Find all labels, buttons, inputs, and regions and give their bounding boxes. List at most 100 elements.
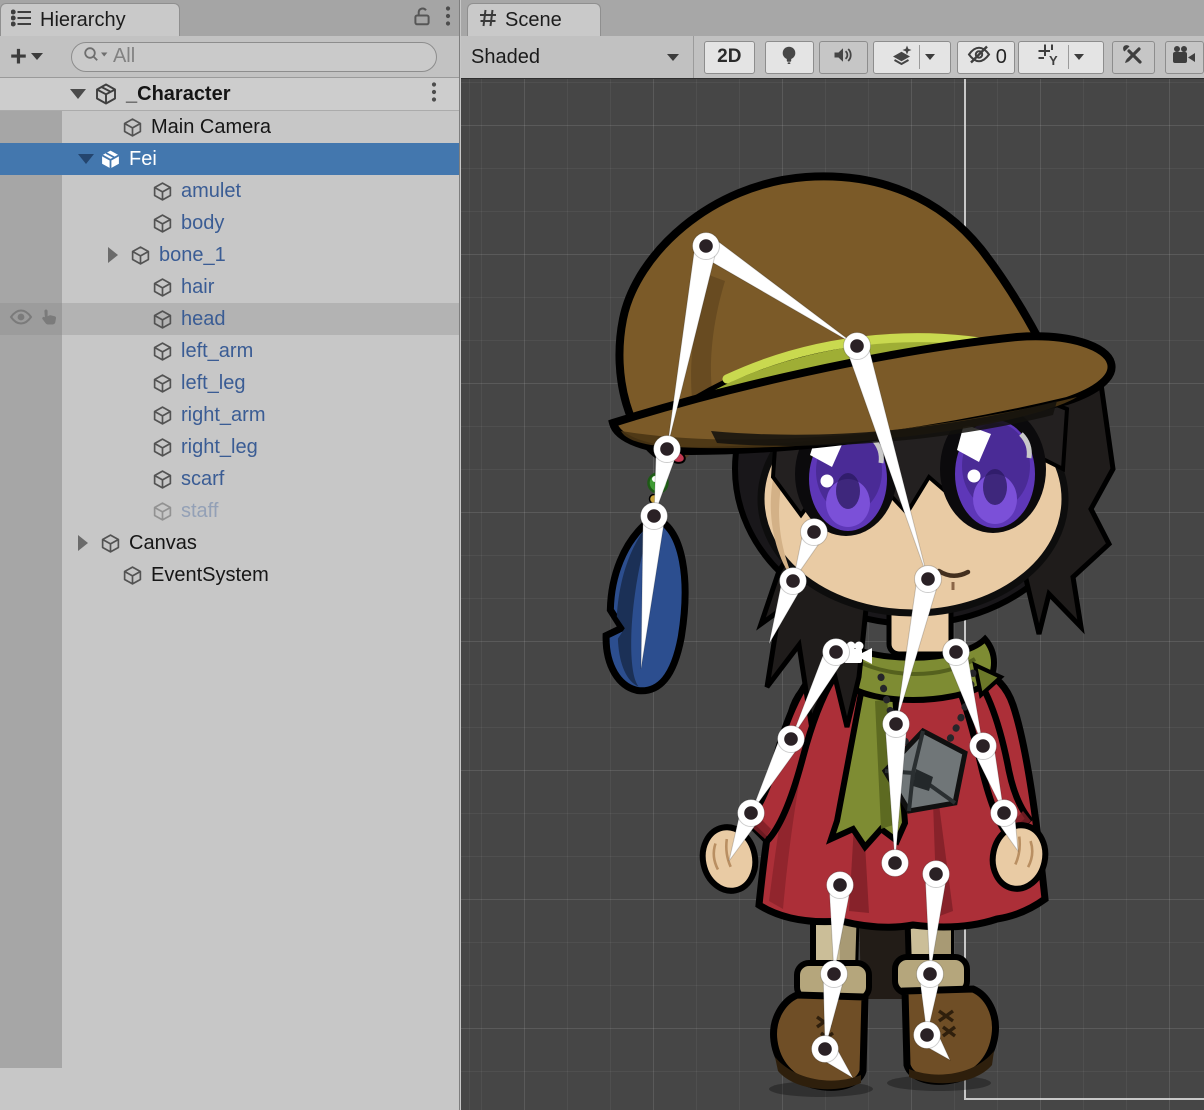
prefab-cube-icon xyxy=(100,149,121,170)
bone-joint-core xyxy=(929,867,943,881)
effects-icon xyxy=(890,44,914,71)
scene-viewport[interactable] xyxy=(461,78,1204,1110)
hierarchy-panel: Hierarchy + xyxy=(0,0,460,1110)
hierarchy-item-body[interactable]: body xyxy=(0,207,459,239)
hierarchy-item-left-leg[interactable]: left_leg xyxy=(0,367,459,399)
hierarchy-item-head[interactable]: head xyxy=(0,303,459,335)
eye-slash-icon xyxy=(966,45,992,70)
hierarchy-item-hair[interactable]: hair xyxy=(0,271,459,303)
hierarchy-item-eventsystem[interactable]: EventSystem xyxy=(0,559,459,591)
bone-joint-core xyxy=(807,525,821,539)
draw-mode-label: Shaded xyxy=(471,46,540,69)
bone-joint-core xyxy=(744,806,758,820)
wrench-pencil-icon xyxy=(1121,43,1145,72)
hierarchy-item-bone-1[interactable]: bone_1 xyxy=(0,239,459,271)
bone-spine-1[interactable] xyxy=(896,577,939,724)
unity-editor: Hierarchy + xyxy=(0,0,1204,1110)
gameobject-cube-icon xyxy=(152,405,173,426)
hierarchy-tabbar: Hierarchy xyxy=(0,0,459,36)
scene-tabbar: Scene xyxy=(461,0,1204,36)
bone-joint-core xyxy=(921,572,935,586)
bone-right-leg-1[interactable] xyxy=(925,873,947,974)
search-input[interactable] xyxy=(113,45,393,68)
collapsed-arrow-icon[interactable] xyxy=(78,535,88,551)
bone-rig-overlay[interactable] xyxy=(461,79,1204,1110)
scene-visibility-button[interactable]: 0 xyxy=(957,41,1015,74)
bone-tassel-1[interactable] xyxy=(667,244,717,449)
hidden-count-label: 0 xyxy=(996,46,1007,69)
hierarchy-search-field[interactable] xyxy=(71,42,437,72)
bone-hat-2[interactable] xyxy=(846,343,928,579)
hierarchy-item-main-camera[interactable]: Main Camera xyxy=(0,111,459,143)
bone-joint-core xyxy=(920,1028,934,1042)
bone-joint-core xyxy=(949,645,963,659)
hierarchy-tree: Main Camera Fei amulet body bone_1 hair xyxy=(0,111,459,1068)
search-icon xyxy=(82,45,109,69)
expand-arrow-icon[interactable] xyxy=(78,154,94,164)
scene-options-kebab-icon[interactable] xyxy=(431,81,437,108)
unity-scene-icon xyxy=(94,82,118,106)
gameobject-cube-icon xyxy=(152,309,173,330)
bone-joint-core xyxy=(888,856,902,870)
tab-hierarchy[interactable]: Hierarchy xyxy=(0,3,180,36)
scene-lighting-button[interactable] xyxy=(765,41,814,74)
hierarchy-menu-kebab-icon[interactable] xyxy=(445,5,451,32)
create-object-button[interactable]: + xyxy=(10,44,43,70)
bone-tassel-3[interactable] xyxy=(641,515,665,669)
gameobject-cube-icon xyxy=(152,437,173,458)
scene-tools-button[interactable] xyxy=(1112,41,1155,74)
gameobject-cube-icon xyxy=(122,117,143,138)
gameobject-cube-icon xyxy=(152,469,173,490)
hierarchy-item-amulet[interactable]: amulet xyxy=(0,175,459,207)
bone-spine-2[interactable] xyxy=(885,724,907,863)
gameobject-cube-icon xyxy=(152,213,173,234)
scene-toolbar: Shaded 2D 0 Y xyxy=(461,36,1204,78)
bone-joint-core xyxy=(997,806,1011,820)
speaker-icon xyxy=(832,46,855,69)
scene-panel: Scene Shaded 2D 0 xyxy=(461,0,1204,1110)
scene-camera-button[interactable] xyxy=(1165,41,1204,74)
hierarchy-item-staff[interactable]: staff xyxy=(0,495,459,527)
bone-hat-1[interactable] xyxy=(700,237,857,346)
bone-joint-core xyxy=(786,574,800,588)
scene-foldout-icon[interactable] xyxy=(70,89,86,99)
unlock-icon[interactable] xyxy=(411,5,433,32)
bone-joint-core xyxy=(660,442,674,456)
gameobject-cube-icon xyxy=(100,533,121,554)
bone-joint-core xyxy=(827,967,841,981)
bone-joint-core xyxy=(850,339,864,353)
bone-joint-core xyxy=(833,878,847,892)
create-dropdown-caret-icon xyxy=(31,53,43,60)
hierarchy-item-canvas[interactable]: Canvas xyxy=(0,527,459,559)
hierarchy-item-right-leg[interactable]: right_leg xyxy=(0,431,459,463)
scene-asset-header[interactable]: _Character xyxy=(0,78,459,111)
scene-effects-dropdown[interactable] xyxy=(873,41,951,74)
collapsed-arrow-icon[interactable] xyxy=(108,247,118,263)
lightbulb-icon xyxy=(779,44,799,71)
scene-name-label: _Character xyxy=(126,83,231,106)
hierarchy-toolbar: + xyxy=(0,36,459,78)
visibility-eye-icon[interactable] xyxy=(9,309,33,330)
bone-joint-core xyxy=(889,717,903,731)
gameobject-cube-icon xyxy=(122,565,143,586)
pickability-hand-icon[interactable] xyxy=(39,307,59,332)
grid-axis-icon: Y xyxy=(1037,43,1063,72)
scene-tab-label: Scene xyxy=(505,9,562,32)
hierarchy-item-right-arm[interactable]: right_arm xyxy=(0,399,459,431)
draw-mode-caret-icon xyxy=(667,54,679,61)
bone-joint-core xyxy=(976,739,990,753)
tab-scene[interactable]: Scene xyxy=(467,3,601,36)
video-camera-icon xyxy=(1171,45,1197,70)
bone-joint-core xyxy=(818,1042,832,1056)
hierarchy-item-scarf[interactable]: scarf xyxy=(0,463,459,495)
gameobject-cube-icon xyxy=(152,181,173,202)
hierarchy-item-left-arm[interactable]: left_arm xyxy=(0,335,459,367)
bone-joint-core xyxy=(829,645,843,659)
2d-mode-button[interactable]: 2D xyxy=(704,41,755,74)
draw-mode-dropdown[interactable]: Shaded xyxy=(461,36,694,78)
effects-caret-icon xyxy=(925,54,935,60)
scene-audio-button[interactable] xyxy=(819,41,868,74)
hierarchy-list-icon xyxy=(11,9,33,32)
hierarchy-item-fei[interactable]: Fei xyxy=(0,143,459,175)
scene-grid-dropdown[interactable]: Y xyxy=(1018,41,1103,74)
